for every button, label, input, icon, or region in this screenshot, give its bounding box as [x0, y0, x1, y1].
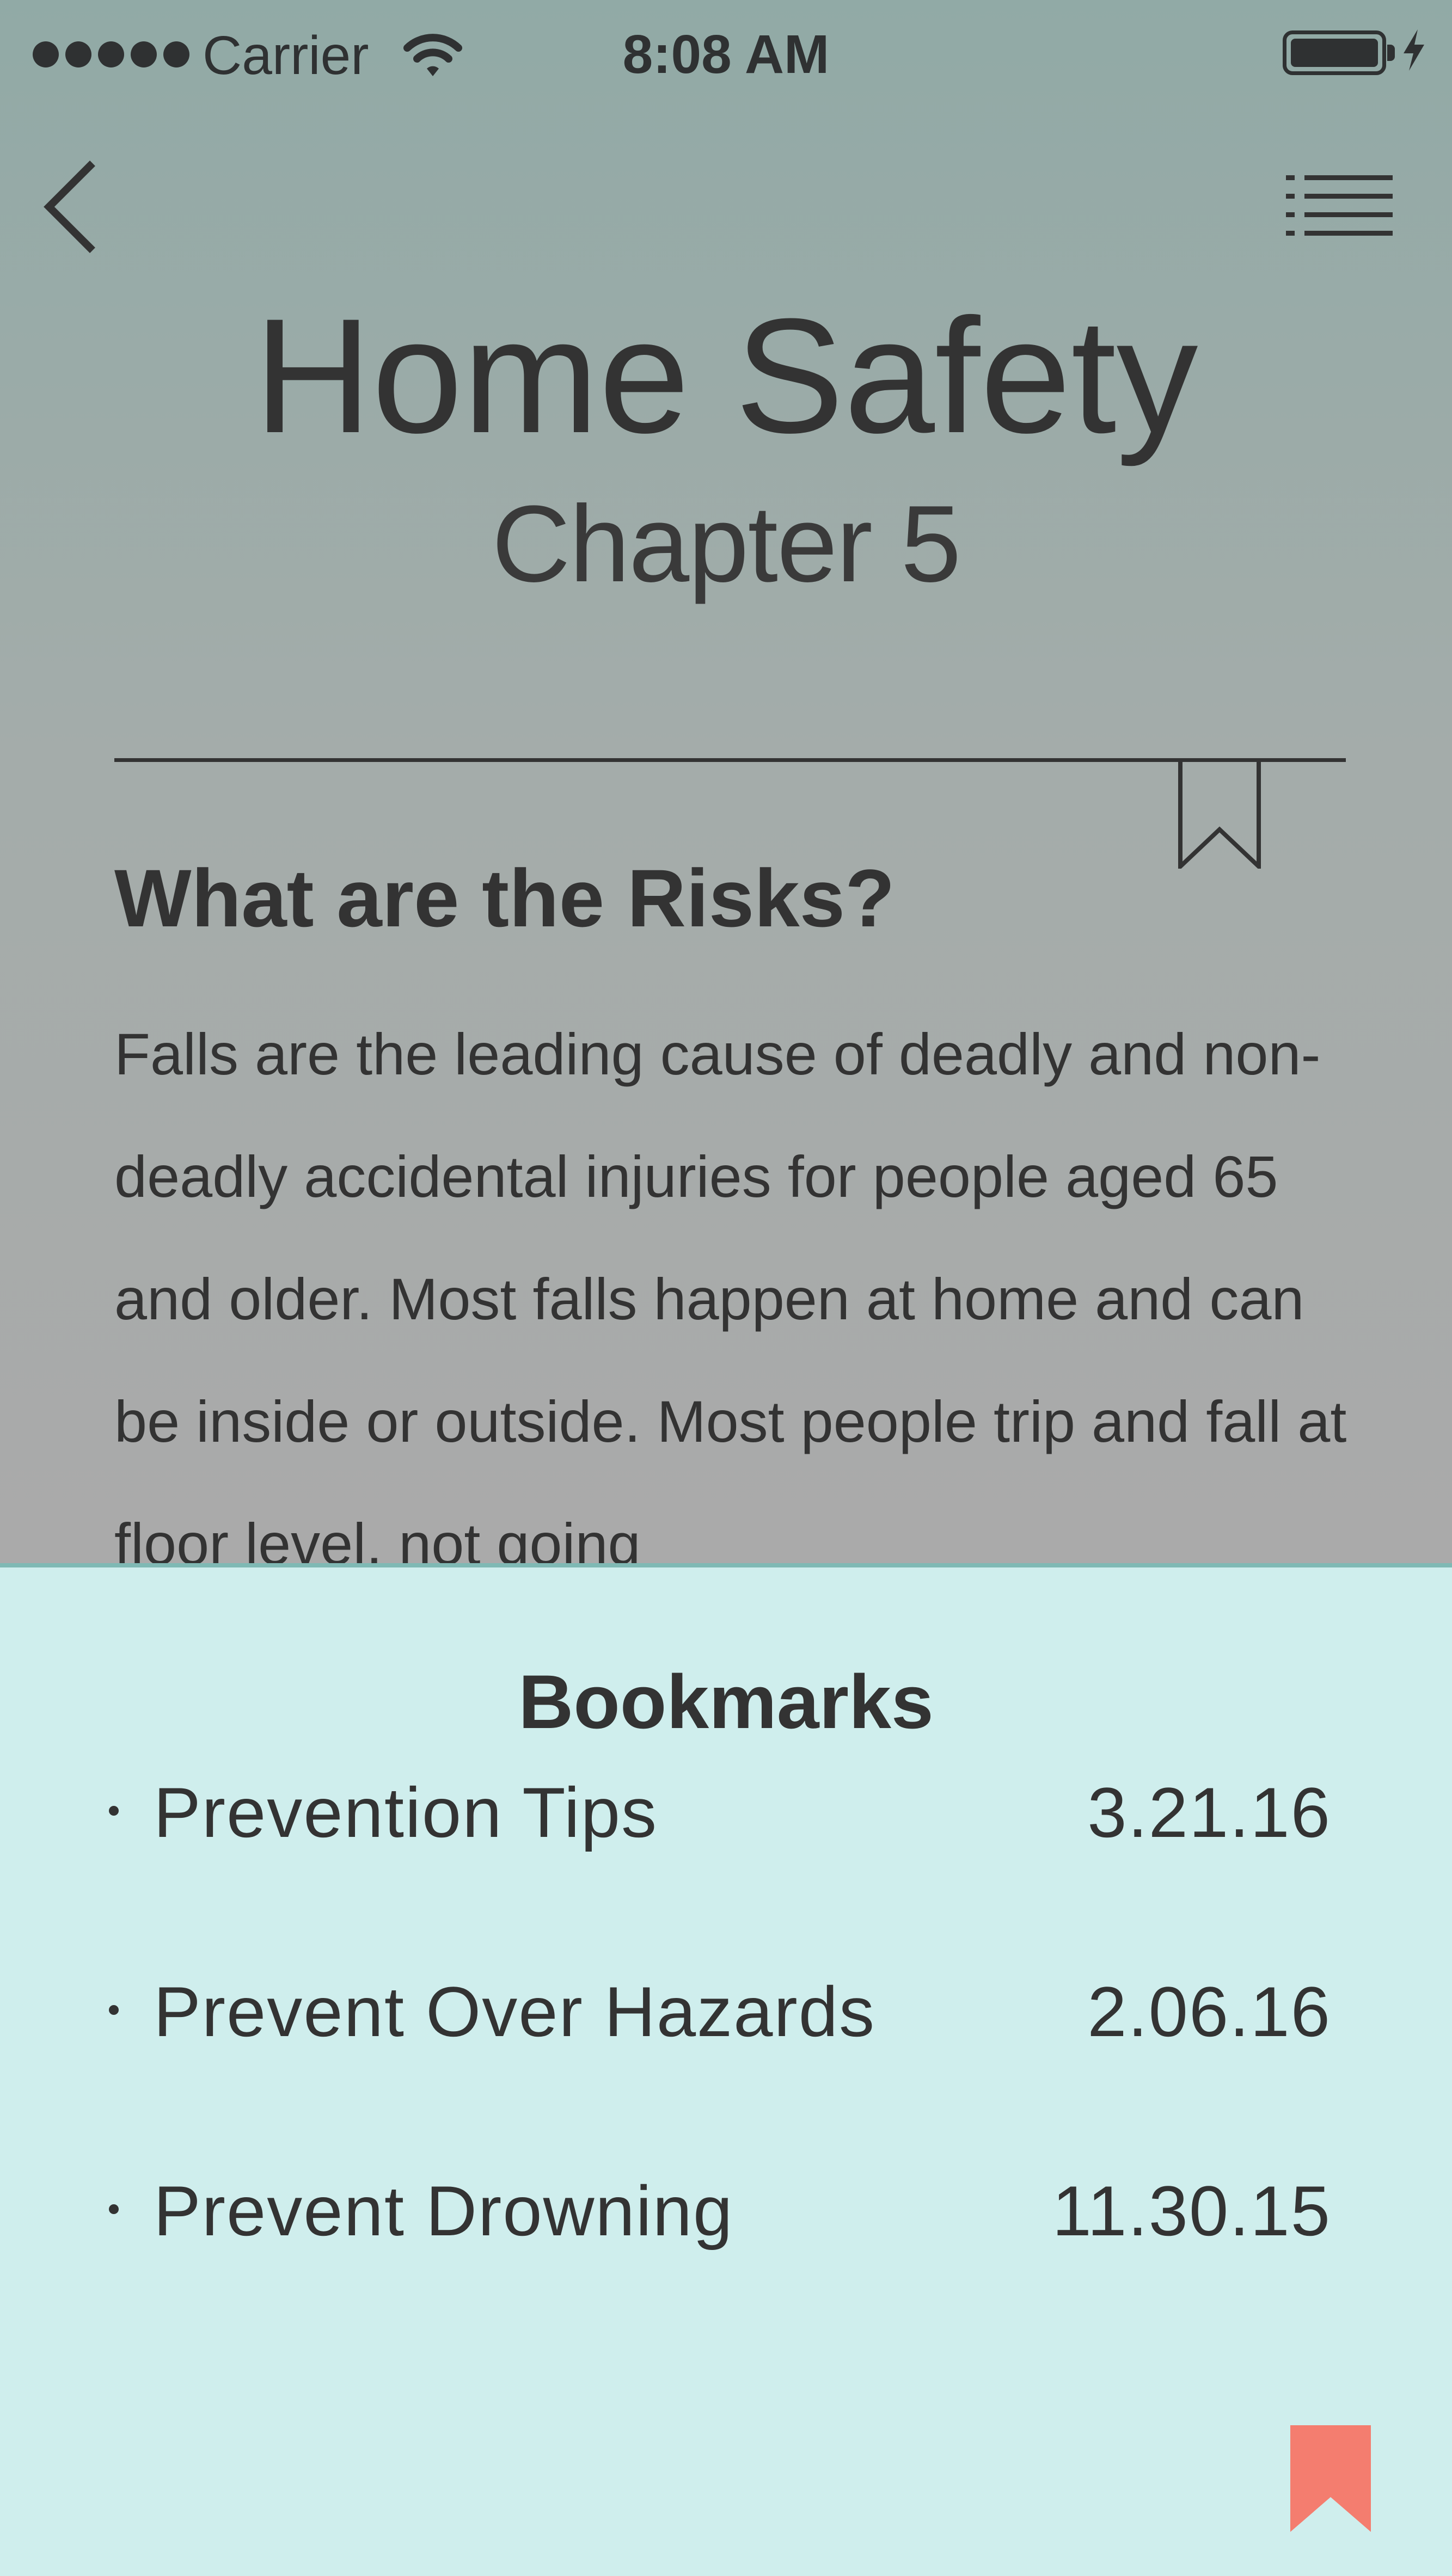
panel-top-border: [0, 1563, 1452, 1567]
chapter-subtitle: Chapter 5: [492, 483, 961, 605]
status-bar: Carrier 8:08 AM: [0, 0, 1452, 109]
bookmark-date: 3.21.16: [1087, 1773, 1331, 1852]
bookmark-filled-icon[interactable]: [1290, 2425, 1371, 2532]
bookmark-date: 2.06.16: [1087, 1972, 1331, 2051]
article-body: Falls are the leading cause of deadly an…: [114, 1021, 1347, 1577]
chevron-left-icon: [44, 161, 95, 253]
bookmark-label: Prevention Tips: [154, 1773, 658, 1852]
section-divider: [114, 758, 1346, 762]
page-title: Home Safety: [254, 284, 1198, 467]
bookmark-label: Prevent Drowning: [154, 2171, 734, 2251]
bookmark-outline-icon[interactable]: [1176, 760, 1263, 869]
battery-tip: [1387, 45, 1395, 61]
bullet-icon: [109, 2005, 119, 2015]
bookmark-date: 11.30.15: [1052, 2171, 1331, 2251]
bookmarks-title: Bookmarks: [518, 1659, 934, 1744]
table-of-contents-button[interactable]: [1274, 163, 1399, 245]
back-button[interactable]: [33, 152, 114, 261]
status-time: 8:08 AM: [622, 24, 830, 85]
bookmarks-panel: Bookmarks Prevention Tips 3.21.16 Preven…: [0, 1563, 1452, 2576]
section-heading: What are the Risks?: [114, 852, 895, 944]
bookmark-item[interactable]: Prevent Drowning 11.30.15: [109, 2162, 1331, 2271]
bookmark-label: Prevent Over Hazards: [154, 1972, 876, 2051]
reader-screen: Carrier 8:08 AM Home Safety Chapter 5 Wh…: [0, 0, 1452, 2576]
bullet-icon: [109, 1806, 119, 1816]
battery-icon: [1283, 30, 1386, 75]
list-menu-icon: [1286, 175, 1393, 236]
bookmark-item[interactable]: Prevention Tips 3.21.16: [109, 1763, 1331, 1872]
charging-bolt-icon: [1404, 29, 1424, 71]
bookmark-item[interactable]: Prevent Over Hazards 2.06.16: [109, 1963, 1331, 2071]
bullet-icon: [109, 2204, 119, 2214]
